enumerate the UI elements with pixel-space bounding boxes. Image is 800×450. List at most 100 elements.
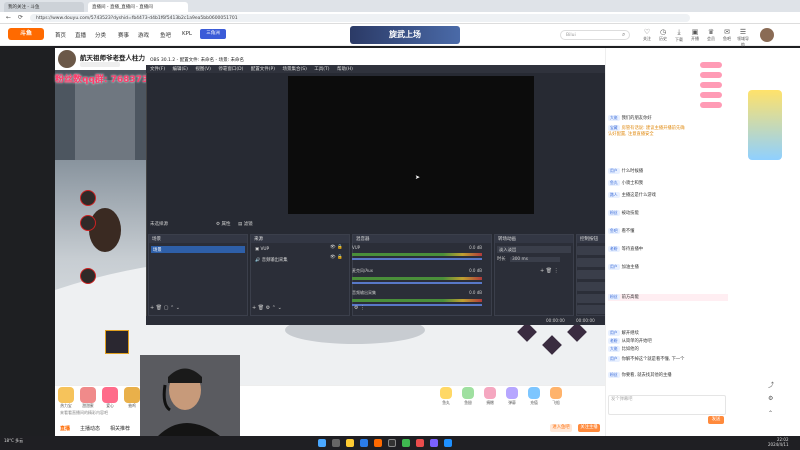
menu-view[interactable]: 视图(V) bbox=[195, 67, 211, 72]
gift-icon[interactable] bbox=[462, 387, 474, 399]
menu-tools[interactable]: 工具(T) bbox=[314, 67, 329, 72]
scene-dock-buttons[interactable]: + 🗑 ▢ ⌃ ⌄ bbox=[150, 305, 180, 311]
chat-user[interactable]: 老粉 bbox=[608, 246, 620, 252]
follow-icon[interactable]: ♡ 关注 bbox=[640, 28, 654, 42]
address-bar[interactable]: https://www.douyu.com/5743523?dyshid=fb4… bbox=[30, 14, 690, 22]
gift-icon[interactable] bbox=[440, 387, 452, 399]
nav-live[interactable]: 直播 bbox=[75, 31, 86, 39]
chat-user[interactable]: 用户 bbox=[608, 264, 620, 270]
eye-lock-icons[interactable]: 👁 🔒 bbox=[330, 245, 343, 250]
chat-user[interactable]: 粉丝 bbox=[608, 210, 620, 216]
browser-tab[interactable]: 我的关注 - 斗鱼 bbox=[4, 2, 84, 12]
obs-icon[interactable] bbox=[388, 439, 396, 447]
tab-dynamic[interactable]: 主播动态 bbox=[80, 425, 100, 432]
gift-icon[interactable] bbox=[124, 387, 140, 403]
enter-yuba-button[interactable]: 进入鱼吧 bbox=[550, 424, 572, 432]
eye-lock-icons[interactable]: 👁 🔒 bbox=[330, 255, 343, 260]
browser-tab-active[interactable]: 直播间 - 直播_直播间 - 直播间 bbox=[88, 2, 188, 12]
duration-input[interactable]: 300 ms bbox=[509, 257, 560, 262]
nav-games[interactable]: 游戏 bbox=[138, 31, 149, 39]
header-banner[interactable]: 旋武上场 bbox=[350, 26, 460, 44]
settings-icon[interactable]: ⚙ bbox=[768, 395, 773, 402]
menu-edit[interactable]: 编辑(E) bbox=[173, 67, 188, 72]
promo-banner[interactable] bbox=[748, 90, 782, 160]
history-icon[interactable]: ◷ 历史 bbox=[656, 28, 670, 42]
streamer-avatar[interactable] bbox=[58, 50, 76, 68]
menu-docks[interactable]: 停靠窗口(D) bbox=[218, 67, 243, 72]
chat-user[interactable]: 粉丝 bbox=[608, 294, 620, 300]
menu-help[interactable]: 帮助(H) bbox=[337, 67, 353, 72]
obs-menubar: 文件(F) 编辑(E) 视图(V) 停靠窗口(D) 配置文件(P) 场景集合(S… bbox=[146, 65, 676, 73]
gift-icon[interactable] bbox=[550, 387, 562, 399]
obs-preview-canvas[interactable] bbox=[288, 76, 534, 214]
transition-select[interactable]: 淡入淡出 bbox=[497, 246, 571, 253]
chat-text: 你要看, 就去找其他的主播 bbox=[621, 373, 672, 378]
chat-user[interactable]: 用户 bbox=[608, 330, 620, 336]
menu-profile[interactable]: 配置文件(P) bbox=[251, 67, 275, 72]
back-icon[interactable]: ← bbox=[6, 14, 11, 21]
mixer-track[interactable]: 麦克风/Aux 0.0 dB bbox=[352, 268, 482, 284]
chat-user[interactable]: 大佬 bbox=[608, 346, 620, 352]
properties-button[interactable]: ⚙ 属性 bbox=[216, 221, 230, 227]
topicon-label: 开播 bbox=[691, 36, 699, 41]
gift-icon[interactable] bbox=[506, 387, 518, 399]
nav-guide-icon[interactable]: ☰ 领域导航 bbox=[736, 28, 750, 48]
broadcast-icon[interactable]: ▣ 开播 bbox=[688, 28, 702, 42]
gift-icon[interactable] bbox=[484, 387, 496, 399]
weather-widget[interactable]: 18°C 多云 bbox=[4, 438, 23, 444]
user-avatar[interactable] bbox=[760, 28, 774, 42]
explorer-icon[interactable] bbox=[346, 439, 354, 447]
source-dock-buttons[interactable]: + 🗑 ⚙ ⌃ ⌄ bbox=[252, 305, 282, 311]
chat-user[interactable]: 路人 bbox=[608, 192, 620, 198]
chat-user[interactable]: 宝藏 bbox=[608, 125, 620, 131]
reload-icon[interactable]: ⟳ bbox=[18, 14, 23, 21]
chat-user[interactable]: 用户 bbox=[608, 168, 620, 174]
mixer-track[interactable]: VUP 0.0 dB bbox=[352, 245, 482, 261]
tab-recommend[interactable]: 相关推荐 bbox=[110, 425, 130, 432]
nav-category[interactable]: 分类 bbox=[95, 31, 106, 39]
chat-user[interactable]: 用户 bbox=[608, 356, 620, 362]
menu-scene-collection[interactable]: 场景集合(S) bbox=[282, 67, 306, 72]
nav-yuba[interactable]: 鱼吧 bbox=[160, 31, 171, 39]
clock[interactable]: 22:02 2024/4/11 bbox=[768, 437, 789, 447]
transition-buttons[interactable]: + 🗑 ⋮ bbox=[540, 268, 559, 274]
chat-user[interactable]: 鱼吧 bbox=[608, 228, 620, 234]
site-logo[interactable]: 斗鱼 bbox=[8, 28, 44, 40]
app-icon[interactable] bbox=[416, 439, 424, 447]
yuba-icon[interactable]: ✉ 鱼吧 bbox=[720, 28, 734, 42]
mixer-track[interactable]: 音频输出采集 0.0 dB bbox=[352, 290, 482, 306]
chat-user[interactable]: 鱼丸 bbox=[608, 180, 620, 186]
gift-icon[interactable] bbox=[58, 387, 74, 403]
wechat-icon[interactable] bbox=[402, 439, 410, 447]
nav-kpl[interactable]: KPL bbox=[182, 31, 192, 37]
app-icon[interactable] bbox=[430, 439, 438, 447]
edge-icon[interactable] bbox=[360, 439, 368, 447]
nav-home[interactable]: 首页 bbox=[55, 31, 66, 39]
chat-input-box[interactable]: 发个弹幕吧 bbox=[608, 395, 726, 415]
menu-file[interactable]: 文件(F) bbox=[150, 67, 165, 72]
nav-match[interactable]: 赛事 bbox=[118, 31, 129, 39]
douyu-icon[interactable] bbox=[374, 439, 382, 447]
search-icon[interactable]: ⌕ bbox=[622, 31, 625, 39]
gift-icon[interactable] bbox=[80, 387, 96, 403]
search-input[interactable]: Bilui bbox=[560, 30, 630, 40]
search-taskbar-icon[interactable] bbox=[332, 439, 340, 447]
tab-live[interactable]: 直播 bbox=[60, 425, 70, 432]
filters-button[interactable]: ▤ 滤镜 bbox=[238, 221, 253, 227]
start-icon[interactable] bbox=[318, 439, 326, 447]
scene-item[interactable]: 场景 bbox=[151, 246, 245, 253]
chat-user[interactable]: 粉丝 bbox=[608, 372, 620, 378]
app-icon[interactable] bbox=[444, 439, 452, 447]
send-button[interactable]: 发送 bbox=[708, 416, 724, 424]
back-to-top-icon[interactable]: ⌃ bbox=[768, 410, 773, 417]
gift-icon[interactable] bbox=[102, 387, 118, 403]
chat-user[interactable]: 大佬 bbox=[608, 115, 620, 121]
game-badge[interactable]: 三角洲 bbox=[200, 29, 226, 39]
share-icon[interactable]: ⤴ bbox=[768, 380, 774, 389]
mixer-settings-icon[interactable]: ⚙ ⋮ bbox=[354, 305, 365, 311]
download-icon[interactable]: ⤓ 下载 bbox=[672, 28, 686, 43]
chat-user[interactable]: 老粉 bbox=[608, 338, 620, 344]
gift-icon[interactable] bbox=[528, 387, 540, 399]
follow-streamer-button[interactable]: 关注主播 bbox=[578, 424, 600, 432]
vip-icon[interactable]: ♛ 会员 bbox=[704, 28, 718, 42]
